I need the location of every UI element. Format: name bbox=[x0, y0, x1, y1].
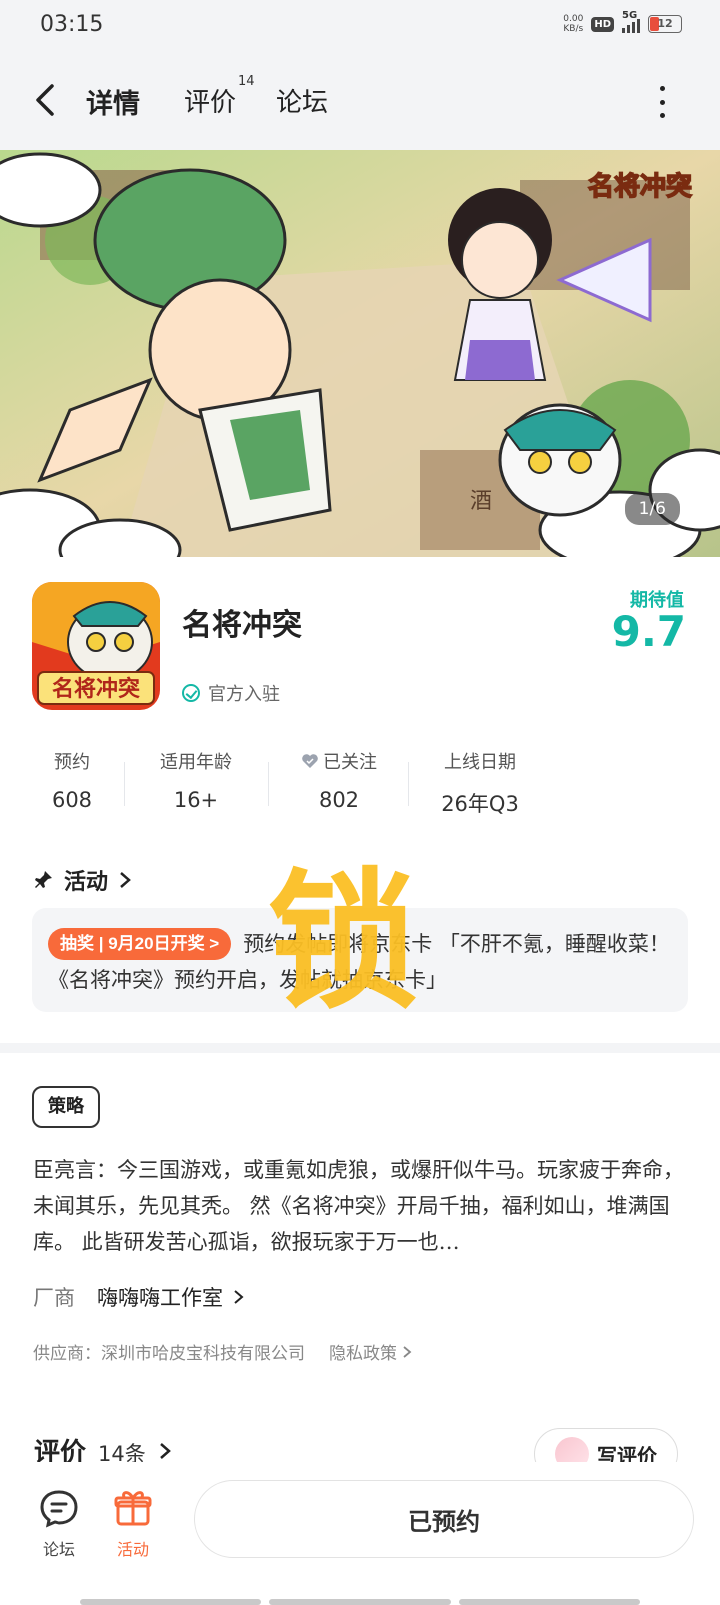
bottom-forum-button[interactable]: 论坛 bbox=[38, 1488, 80, 1560]
divider bbox=[408, 762, 409, 806]
stat-label: 适用年龄 bbox=[160, 752, 232, 773]
tab-detail[interactable]: 详情 bbox=[82, 82, 144, 123]
chevron-left-icon bbox=[36, 84, 54, 116]
chevron-right-icon bbox=[403, 1345, 412, 1358]
status-time: 03:15 bbox=[40, 12, 104, 37]
section-divider bbox=[0, 1043, 720, 1053]
app-icon-text: 名将冲突 bbox=[52, 676, 140, 702]
bottom-activity-button[interactable]: 活动 bbox=[112, 1488, 154, 1560]
stat-value: 802 bbox=[318, 788, 360, 812]
tab-review[interactable]: 评价 14 bbox=[184, 74, 255, 119]
lock-watermark: 锁 bbox=[268, 856, 419, 1030]
bottom-action-bar: 论坛 活动 已预约 bbox=[0, 1462, 720, 1605]
heart-icon bbox=[302, 754, 318, 768]
stat-age-rating: 适用年龄 16+ bbox=[150, 748, 242, 812]
chat-bubble-icon bbox=[40, 1490, 78, 1528]
tab-review-count: 14 bbox=[238, 74, 255, 89]
more-options-button[interactable] bbox=[656, 86, 668, 118]
app-name: 名将冲突 bbox=[182, 608, 302, 643]
top-nav: 详情 评价 14 论坛 bbox=[0, 52, 720, 150]
divider bbox=[268, 762, 269, 806]
banner-image: 酒 名将冲突 bbox=[0, 150, 720, 557]
battery-icon: 12 bbox=[648, 15, 682, 33]
stats-row: 预约 608 适用年龄 16+ 已关注 802 上线日期 26年Q3 bbox=[0, 748, 720, 818]
back-button[interactable] bbox=[28, 80, 68, 120]
stat-followers[interactable]: 已关注 802 bbox=[294, 748, 384, 812]
privacy-policy-label: 隐私政策 bbox=[329, 1344, 397, 1364]
tab-detail-label: 详情 bbox=[86, 89, 140, 120]
divider bbox=[124, 762, 125, 806]
official-badge: 官方入驻 bbox=[182, 680, 280, 706]
stat-reservations: 预约 608 bbox=[44, 748, 100, 812]
chevron-right-icon bbox=[120, 872, 131, 888]
stat-value: 26年Q3 bbox=[441, 792, 519, 816]
chevron-right-icon bbox=[159, 1443, 171, 1459]
pin-icon bbox=[35, 871, 52, 888]
gift-icon bbox=[114, 1491, 152, 1526]
reserved-button[interactable]: 已预约 bbox=[194, 1480, 694, 1558]
vendor-label: 厂商 bbox=[33, 1286, 75, 1310]
stat-label: 上线日期 bbox=[444, 752, 516, 773]
strategy-tag[interactable]: 策略 bbox=[32, 1086, 100, 1128]
stat-value: 16+ bbox=[173, 788, 219, 812]
stat-label: 预约 bbox=[54, 752, 90, 773]
net-speed: 0.00 KB/s bbox=[563, 14, 583, 34]
banner-sign-text: 酒 bbox=[470, 489, 492, 514]
hd-icon: HD bbox=[591, 16, 614, 32]
status-icons: 0.00 KB/s HD 5G 12 bbox=[563, 10, 682, 34]
banner-page-indicator: 1/6 bbox=[624, 493, 680, 525]
vendor-row[interactable]: 厂商 嗨嗨嗨工作室 bbox=[33, 1282, 247, 1312]
bottom-forum-label: 论坛 bbox=[42, 1540, 75, 1559]
expect-score: 9.7 bbox=[611, 607, 686, 656]
net-speed-value: 0.00 bbox=[563, 14, 584, 24]
stat-value: 608 bbox=[51, 788, 93, 812]
more-icon bbox=[659, 86, 665, 91]
chevron-right-icon bbox=[234, 1290, 244, 1304]
stat-release-date: 上线日期 26年Q3 bbox=[432, 748, 528, 818]
signal-icon: 5G bbox=[622, 10, 640, 33]
lottery-tag[interactable]: 抽奖 | 9月20日开奖 > bbox=[48, 928, 232, 960]
activity-title: 活动 bbox=[64, 870, 109, 895]
battery-level: 12 bbox=[657, 17, 673, 30]
supplier-row: 供应商：深圳市哈皮宝科技有限公司 隐私政策 bbox=[33, 1339, 413, 1364]
app-icon: 名将冲突 bbox=[32, 582, 160, 710]
stat-label: 已关注 bbox=[294, 748, 384, 774]
vendor-name: 嗨嗨嗨工作室 bbox=[97, 1286, 223, 1310]
tab-review-label: 评价 bbox=[184, 88, 237, 118]
tab-forum-label: 论坛 bbox=[276, 88, 329, 118]
verified-icon bbox=[182, 684, 200, 702]
network-type: 5G bbox=[622, 10, 638, 21]
game-description[interactable]: 臣亮言：今三国游戏，或重氪如虎狼，或爆肝似牛马。玩家疲于奔命，未闻其乐，先见其秃… bbox=[33, 1152, 689, 1260]
banner-logo-text: 名将冲突 bbox=[588, 171, 692, 202]
banner-carousel[interactable]: 酒 名将冲突 1/6 bbox=[0, 150, 720, 557]
status-bar: 03:15 0.00 KB/s HD 5G 12 bbox=[0, 0, 720, 52]
stat-label-text: 已关注 bbox=[323, 752, 377, 773]
net-speed-unit: KB/s bbox=[563, 24, 584, 34]
activity-section-header[interactable]: 活动 bbox=[34, 864, 132, 896]
privacy-policy-link[interactable]: 隐私政策 bbox=[329, 1339, 413, 1364]
home-indicator bbox=[80, 1599, 640, 1605]
bottom-activity-label: 活动 bbox=[116, 1540, 149, 1559]
tab-forum[interactable]: 论坛 bbox=[276, 82, 328, 119]
official-label: 官方入驻 bbox=[208, 684, 280, 705]
supplier-info: 供应商：深圳市哈皮宝科技有限公司 bbox=[33, 1344, 305, 1364]
